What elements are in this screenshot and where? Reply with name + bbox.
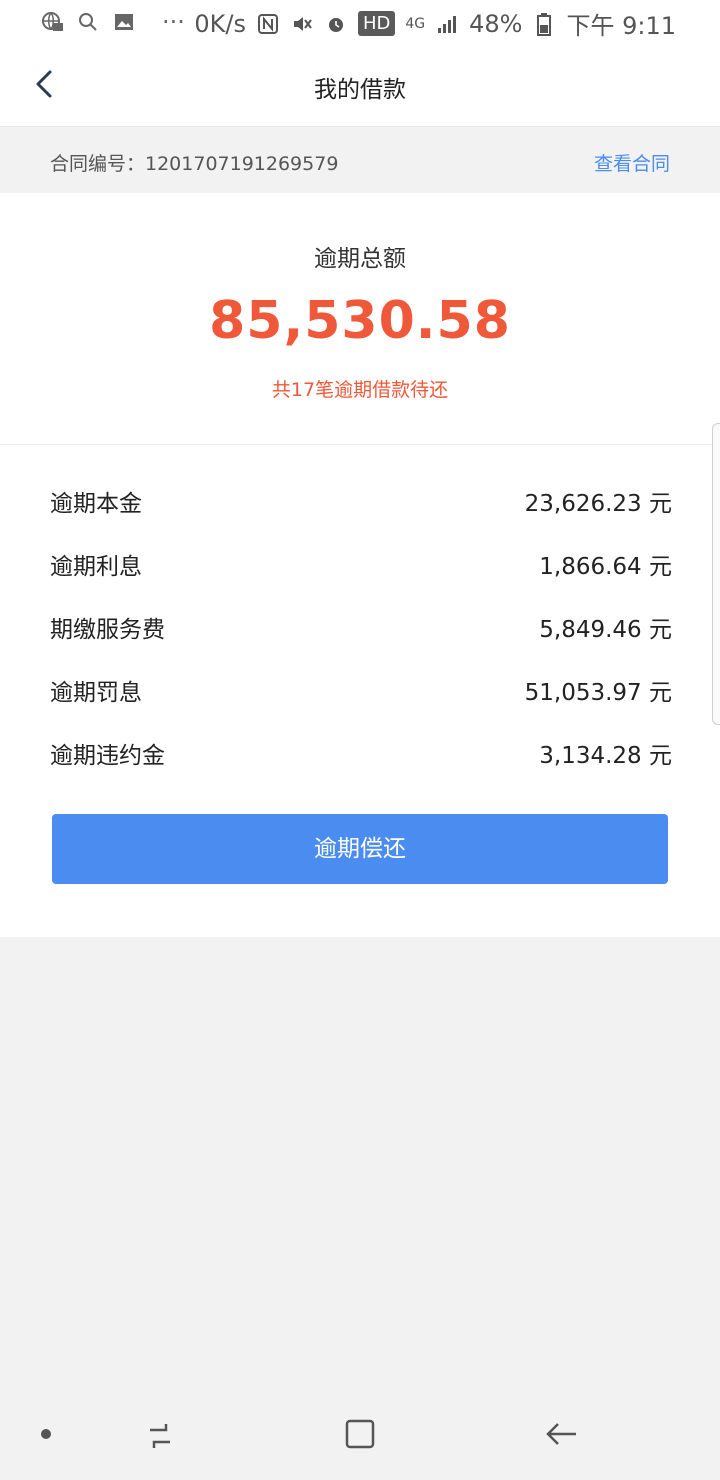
battery-percent: 48% <box>469 9 523 38</box>
signal-icon <box>435 12 459 36</box>
detail-label: 逾期利息 <box>50 554 142 580</box>
system-navigation-bar <box>0 1396 720 1480</box>
more-notifications-icon: ··· <box>162 8 185 36</box>
overdue-repay-button[interactable]: 逾期偿还 <box>52 814 668 884</box>
battery-icon <box>532 12 556 36</box>
detail-row-penalty-interest: 逾期罚息 51,053.97 元 <box>50 673 672 713</box>
recent-apps-icon[interactable] <box>140 1416 180 1456</box>
contract-number: 合同编号：1201707191269579 <box>50 153 339 175</box>
alarm-icon <box>324 12 348 36</box>
overdue-total-amount: 85,530.58 <box>209 291 511 351</box>
status-bar: ··· 0K/s HD 4G 48% 下午 9:11 <box>0 0 720 44</box>
detail-row-service-fee: 期缴服务费 5,849.46 元 <box>50 610 672 650</box>
back-arrow-icon[interactable] <box>542 1416 582 1456</box>
status-left-icons: ··· <box>40 8 185 36</box>
globe-mail-icon <box>40 10 64 34</box>
edge-panel-handle[interactable] <box>712 423 720 725</box>
clock: 下午 9:11 <box>566 12 676 40</box>
nfc-icon <box>256 12 280 36</box>
detail-value: 5,849.46 元 <box>539 617 672 643</box>
detail-value: 23,626.23 元 <box>524 491 672 517</box>
detail-label: 期缴服务费 <box>50 617 165 643</box>
top-navigation-bar: 我的借款 <box>0 44 720 127</box>
detail-value: 3,134.28 元 <box>539 743 672 769</box>
detail-label: 逾期罚息 <box>50 680 142 706</box>
detail-label: 逾期违约金 <box>50 743 165 769</box>
network-speed: 0K/s <box>194 9 246 38</box>
page-title: 我的借款 <box>314 77 406 103</box>
detail-value: 51,053.97 元 <box>524 680 672 706</box>
search-icon <box>76 10 100 34</box>
dot-indicator-icon[interactable] <box>28 1416 68 1456</box>
view-contract-link[interactable]: 查看合同 <box>594 149 670 176</box>
overdue-summary-card: 逾期总额 85,530.58 共17笔逾期借款待还 <box>0 193 720 445</box>
overdue-details-list: 逾期本金 23,626.23 元 逾期利息 1,866.64 元 期缴服务费 5… <box>0 445 720 937</box>
hd-badge: HD <box>357 11 396 36</box>
status-right: 0K/s HD 4G 48% 下午 9:11 <box>194 6 676 41</box>
image-icon <box>112 10 136 34</box>
detail-label: 逾期本金 <box>50 491 142 517</box>
overdue-total-title: 逾期总额 <box>314 246 406 272</box>
network-type: 4G <box>405 15 426 32</box>
detail-row-principal: 逾期本金 23,626.23 元 <box>50 484 672 524</box>
mute-icon <box>290 12 314 36</box>
home-icon[interactable] <box>340 1416 380 1456</box>
overdue-count-note: 共17笔逾期借款待还 <box>271 379 449 401</box>
contract-info-bar: 合同编号：1201707191269579 查看合同 <box>0 127 720 193</box>
detail-row-liquidated-damages: 逾期违约金 3,134.28 元 <box>50 736 672 776</box>
detail-value: 1,866.64 元 <box>539 554 672 580</box>
detail-row-interest: 逾期利息 1,866.64 元 <box>50 547 672 587</box>
